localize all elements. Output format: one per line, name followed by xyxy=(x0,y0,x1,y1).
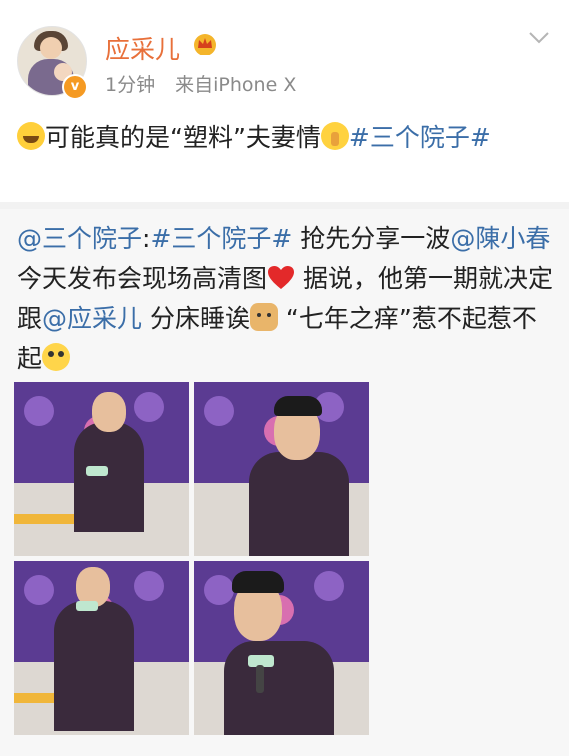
photo-mic-handle xyxy=(256,665,264,693)
photo-person-head xyxy=(92,392,126,432)
repost-seg1: 抢先分享一波 xyxy=(292,224,451,253)
reposted-content[interactable]: @三个院子:#三个院子# 抢先分享一波@陳小春 今天发布会现场高清图 据说，他第… xyxy=(0,209,569,756)
photo-thumbnail-3[interactable] xyxy=(14,561,189,735)
eyeroll-emoji-icon xyxy=(42,343,71,371)
post-text: 可能真的是“塑料”夫妻情 #三个院子# xyxy=(17,118,557,158)
mention-chen[interactable]: @陳小春 xyxy=(450,224,550,253)
grin-emoji-icon xyxy=(17,122,45,150)
repost-seg2: 今天发布会现场高清图 xyxy=(17,264,268,293)
post-source[interactable]: 来自iPhone X xyxy=(175,74,296,96)
photo-person xyxy=(54,601,134,731)
repost-seg4: 分床睡诶 xyxy=(142,304,250,333)
repost-text: @三个院子:#三个院子# 抢先分享一波@陳小春 今天发布会现场高清图 据说，他第… xyxy=(17,219,557,379)
weibo-post: v 应采儿 1分钟 来自iPhone X 可能真的是“塑料”夫妻情 #三个院子# xyxy=(0,0,569,202)
verified-badge-icon: v xyxy=(62,74,88,100)
post-meta: 1分钟 来自iPhone X xyxy=(105,70,310,97)
photo-thumbnail-4[interactable] xyxy=(194,561,369,735)
photo-thumbnail-1[interactable] xyxy=(14,382,189,556)
username[interactable]: 应采儿 xyxy=(105,30,180,66)
photo-mic xyxy=(76,601,98,611)
photo-person-hair xyxy=(232,571,284,593)
post-time: 1分钟 xyxy=(105,74,156,96)
photo-person-hair xyxy=(274,396,322,416)
mention-ying[interactable]: @应采儿 xyxy=(42,304,142,333)
photo-mic xyxy=(86,466,108,476)
post-hashtag[interactable]: #三个院子# xyxy=(349,123,491,152)
avatar-face xyxy=(40,37,62,59)
chevron-down-icon[interactable] xyxy=(528,30,550,46)
photo-thumbnail-2[interactable] xyxy=(194,382,369,556)
repost-hashtag[interactable]: #三个院子# xyxy=(150,224,292,253)
shush-emoji-icon xyxy=(320,122,349,150)
photo-person xyxy=(224,641,334,735)
heart-emoji-icon xyxy=(268,266,295,289)
doge-emoji-icon xyxy=(249,303,278,331)
photo-person xyxy=(74,422,144,532)
post-text-body: 可能真的是“塑料”夫妻情 xyxy=(45,123,321,152)
crown-icon xyxy=(194,34,216,55)
photo-grid xyxy=(14,382,374,742)
photo-person xyxy=(249,452,349,556)
divider xyxy=(0,202,569,209)
mention-account[interactable]: @三个院子 xyxy=(17,224,142,253)
